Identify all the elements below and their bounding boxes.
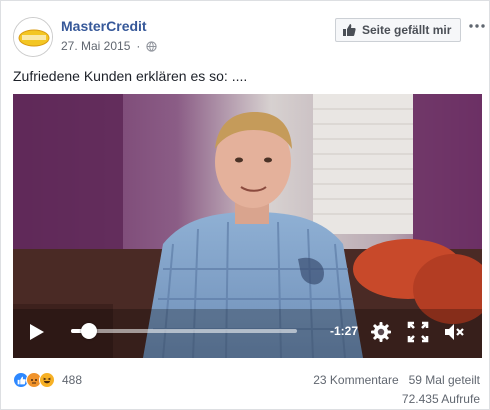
post-meta-separator: · xyxy=(136,39,141,53)
post-card: MasterCredit 27. Mai 2015 · Seite gefäll… xyxy=(0,0,490,410)
reactions-summary[interactable]: 488 xyxy=(13,372,82,388)
shares-count-link[interactable]: 59 Mal geteilt xyxy=(409,373,480,387)
post-text: Zufriedene Kunden erklären es so: .... xyxy=(13,68,248,84)
view-count: 72.435 Aufrufe xyxy=(401,392,480,406)
haha-reaction-icon xyxy=(39,372,55,388)
post-meta: 27. Mai 2015 · xyxy=(61,39,158,53)
video-time-remaining: -1:27 xyxy=(330,324,359,338)
like-page-label: Seite gefällt mir xyxy=(362,23,452,37)
video-scrubber-handle[interactable] xyxy=(81,323,98,339)
reaction-count: 488 xyxy=(62,373,83,387)
more-options-button[interactable] xyxy=(468,16,486,36)
fullscreen-icon[interactable] xyxy=(407,321,429,343)
page-name-link[interactable]: MasterCredit xyxy=(61,18,147,34)
globe-icon[interactable] xyxy=(146,40,158,52)
comments-count-link[interactable]: 23 Kommentare xyxy=(313,373,398,387)
gear-icon[interactable] xyxy=(370,321,392,343)
mastercredit-logo xyxy=(14,18,52,56)
video-frame xyxy=(13,94,482,358)
page-avatar[interactable] xyxy=(13,17,53,57)
thumbs-up-icon xyxy=(343,24,356,36)
like-page-button[interactable]: Seite gefällt mir xyxy=(335,18,461,42)
play-icon[interactable] xyxy=(29,323,45,341)
post-date[interactable]: 27. Mai 2015 xyxy=(61,39,130,53)
post-stats: 23 Kommentare 59 Mal geteilt xyxy=(313,373,480,387)
more-options-icon xyxy=(469,24,485,28)
video-player[interactable]: -1:27 xyxy=(13,94,482,358)
volume-muted-icon[interactable] xyxy=(443,321,465,343)
video-progress-bar[interactable] xyxy=(71,323,297,339)
